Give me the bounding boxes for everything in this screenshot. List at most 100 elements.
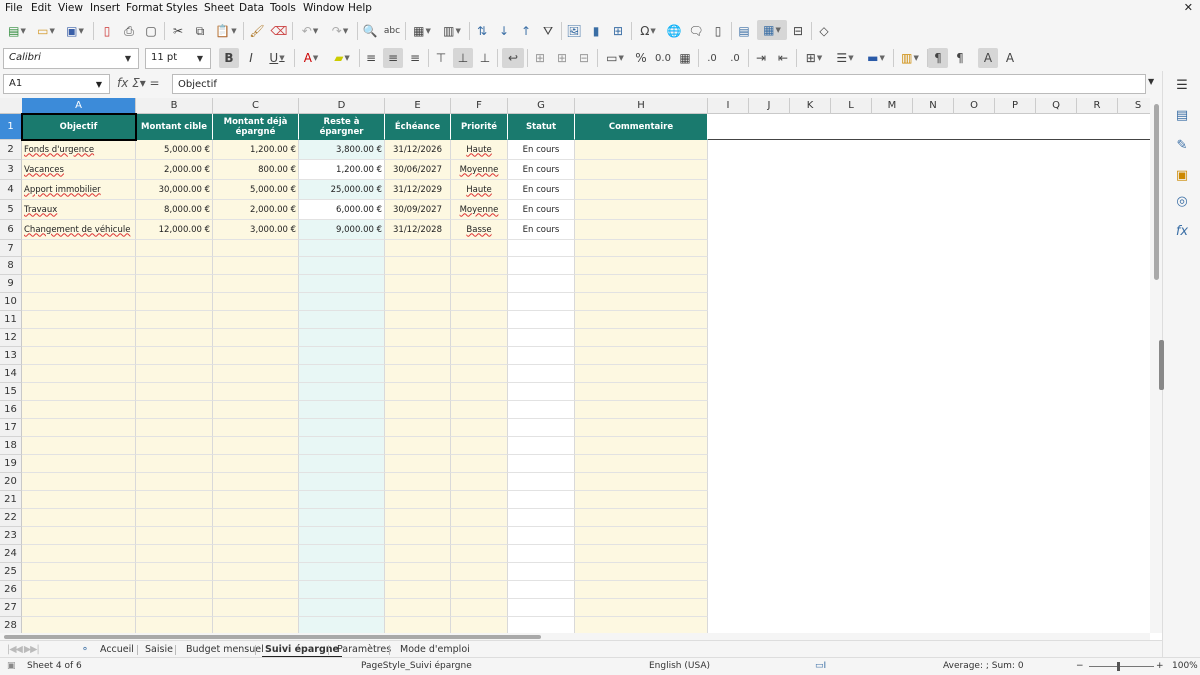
table-cell[interactable] <box>136 545 213 563</box>
table-cell[interactable] <box>508 257 575 275</box>
table-cell[interactable] <box>136 563 213 581</box>
table-cell[interactable] <box>508 293 575 311</box>
table-cell[interactable] <box>451 491 508 509</box>
table-cell[interactable] <box>213 473 299 491</box>
table-cell[interactable]: En cours <box>508 220 575 240</box>
header-cell[interactable]: Statut <box>508 114 575 140</box>
copy-icon[interactable]: ⧉ <box>191 21 209 41</box>
redo-icon[interactable]: ↷ ▼ <box>327 21 353 41</box>
table-cell[interactable] <box>22 473 136 491</box>
table-cell[interactable] <box>451 240 508 257</box>
freeze-rows-columns-icon[interactable]: ▦ ▼ <box>757 20 787 40</box>
menu-edit[interactable]: Edit <box>31 2 51 14</box>
table-cell[interactable]: 3,000.00 € <box>213 220 299 240</box>
table-cell[interactable]: 3,800.00 € <box>299 140 385 160</box>
table-cell[interactable] <box>575 509 708 527</box>
table-cell[interactable] <box>508 311 575 329</box>
table-cell[interactable] <box>575 617 708 633</box>
functions-icon[interactable]: fx <box>1172 221 1192 241</box>
table-cell[interactable] <box>136 491 213 509</box>
table-cell[interactable] <box>136 599 213 617</box>
number-format-icon[interactable]: 0.0 <box>653 48 673 68</box>
table-cell[interactable]: 5,000.00 € <box>136 140 213 160</box>
table-cell[interactable] <box>575 491 708 509</box>
table-cell[interactable] <box>136 257 213 275</box>
chevron-down-icon[interactable]: ▼ <box>118 49 138 68</box>
menu-styles[interactable]: Styles <box>166 2 198 14</box>
column-header[interactable]: I <box>708 98 749 114</box>
table-cell[interactable] <box>213 401 299 419</box>
bold-icon[interactable]: B <box>219 48 239 68</box>
table-cell[interactable] <box>451 329 508 347</box>
comment-icon[interactable]: 🗨 <box>687 21 705 41</box>
row-header[interactable]: 2 <box>0 140 22 160</box>
zoom-in-icon[interactable]: + <box>1156 661 1164 671</box>
table-cell[interactable] <box>299 275 385 293</box>
header-cell[interactable]: Objectif <box>22 114 136 140</box>
text-direction-rtl-icon[interactable]: ¶ <box>951 48 969 68</box>
column-header[interactable]: J <box>749 98 790 114</box>
insert-image-icon[interactable]: 🖼 <box>565 21 583 41</box>
gallery-icon[interactable]: ▣ <box>1172 165 1192 185</box>
show-draw-functions-icon[interactable]: ◇ <box>815 21 833 41</box>
column-header[interactable]: C <box>213 98 299 114</box>
table-cell[interactable]: 6,000.00 € <box>299 200 385 220</box>
table-cell[interactable] <box>136 527 213 545</box>
table-cell[interactable] <box>575 180 708 200</box>
table-cell[interactable] <box>299 455 385 473</box>
merge-center-icon[interactable]: ⊞ <box>531 48 549 68</box>
table-cell[interactable] <box>299 401 385 419</box>
table-cell[interactable] <box>299 545 385 563</box>
header-cell[interactable]: Priorité <box>451 114 508 140</box>
formula-input[interactable]: Objectif <box>172 74 1146 94</box>
table-cell[interactable] <box>385 293 451 311</box>
table-cell[interactable] <box>213 311 299 329</box>
table-cell[interactable] <box>22 581 136 599</box>
menu-tools[interactable]: Tools <box>270 2 296 14</box>
table-cell[interactable] <box>575 311 708 329</box>
column-header[interactable]: E <box>385 98 451 114</box>
row-header[interactable]: 8 <box>0 257 22 275</box>
table-cell[interactable]: Basse <box>451 220 508 240</box>
tab-mode-emploi[interactable]: Mode d'emploi <box>397 641 473 658</box>
table-cell[interactable] <box>136 473 213 491</box>
horizontal-scroll-thumb[interactable] <box>4 635 541 639</box>
row-header[interactable]: 23 <box>0 527 22 545</box>
table-cell[interactable] <box>385 311 451 329</box>
table-cell[interactable]: En cours <box>508 160 575 180</box>
table-cell[interactable] <box>451 257 508 275</box>
column-header[interactable]: G <box>508 98 575 114</box>
table-cell[interactable] <box>451 419 508 437</box>
table-cell[interactable] <box>451 563 508 581</box>
table-cell[interactable] <box>213 365 299 383</box>
table-cell[interactable] <box>213 617 299 633</box>
table-cell[interactable]: 800.00 € <box>213 160 299 180</box>
table-cell[interactable] <box>451 581 508 599</box>
table-cell[interactable] <box>136 275 213 293</box>
table-cell[interactable] <box>385 563 451 581</box>
table-cell[interactable] <box>508 509 575 527</box>
table-cell[interactable] <box>22 545 136 563</box>
table-cell[interactable] <box>508 383 575 401</box>
table-cell[interactable] <box>575 383 708 401</box>
menu-window[interactable]: Window <box>303 2 344 14</box>
table-cell[interactable] <box>451 473 508 491</box>
cell-area[interactable]: Objectif Montant cible Montant déjà épargn… <box>21 113 1150 633</box>
table-cell[interactable] <box>575 419 708 437</box>
table-cell[interactable] <box>136 383 213 401</box>
table-cell[interactable] <box>508 599 575 617</box>
table-cell[interactable] <box>508 581 575 599</box>
cut-icon[interactable]: ✂ <box>169 21 187 41</box>
row-header[interactable]: 16 <box>0 401 22 419</box>
table-cell[interactable] <box>299 365 385 383</box>
insert-chart-icon[interactable]: ▮ <box>587 21 605 41</box>
table-cell[interactable] <box>299 527 385 545</box>
table-cell[interactable] <box>385 401 451 419</box>
border-color-icon[interactable]: ▬ ▼ <box>862 48 890 68</box>
table-cell[interactable] <box>299 257 385 275</box>
table-cell[interactable] <box>136 437 213 455</box>
column-header[interactable]: P <box>995 98 1036 114</box>
table-cell[interactable] <box>22 455 136 473</box>
split-window-icon[interactable]: ⊟ <box>789 21 807 41</box>
align-bottom-icon[interactable]: ⊥ <box>476 48 494 68</box>
